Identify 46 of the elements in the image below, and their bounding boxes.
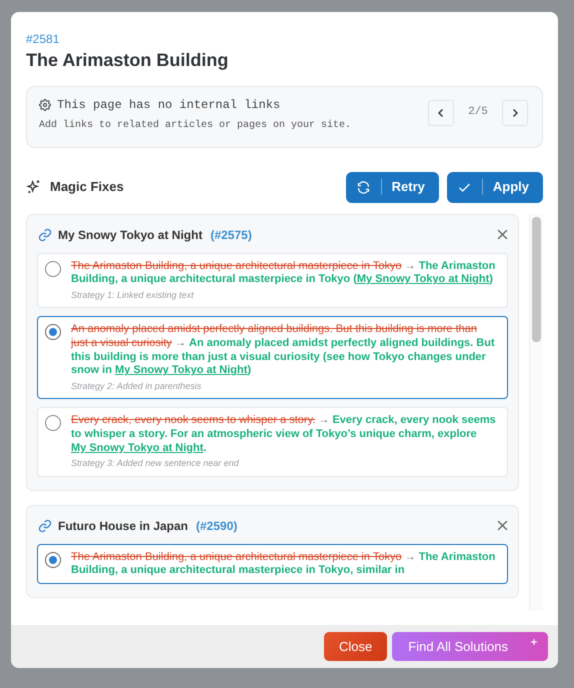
radio-button[interactable] (45, 260, 61, 277)
option-card[interactable]: The Arimaston Building, a unique architectural masterpiece in Tokyo → The Arimaston Building, a unique architectural masterpiece in Tokyo, similar in (37, 544, 508, 584)
link-icon (38, 518, 52, 533)
card-title: Futuro House in Japan (58, 518, 188, 535)
close-button[interactable]: Close (324, 632, 388, 661)
radio-button[interactable] (45, 552, 61, 568)
notice-heading: This page has no internal links (57, 96, 280, 114)
chevron-left-icon (436, 108, 446, 118)
chevron-right-icon (510, 108, 520, 118)
modal-title: The Arimaston Building (26, 50, 230, 72)
post-link[interactable]: My Snowy Tokyo at Night (71, 442, 204, 454)
sparkles-icon (26, 179, 42, 196)
suggestion-text: The Arimaston Building, a unique architectural masterpiece in Tokyo → The Arimaston Building, a unique architectural masterpiece in Tokyo (My Snowy Tokyo at Night) (71, 260, 496, 287)
close-button[interactable] (497, 520, 508, 532)
notice-text: Add links to related articles or pages on your site. (39, 118, 352, 133)
sparkle-icon (530, 638, 538, 646)
suggestion-text: The Arimaston Building, a unique architectural masterpiece in Tokyo → The Arimaston Building, a unique architectural masterpiece in Tokyo, similar in (71, 550, 496, 578)
post-link[interactable]: My Snowy Tokyo at Night (356, 273, 490, 286)
page-counter: 2/5 (467, 105, 489, 120)
scrollbar[interactable] (529, 214, 543, 611)
apply-button[interactable]: Apply (446, 172, 543, 203)
suggestion-text: Every crack, every nook seems to whisper a story. → Every crack, every nook seems to whisper a story. For an atmospheric view of Tokyo’s unique charm, explore My Snowy Tokyo at Night. (71, 414, 497, 456)
refresh-icon (356, 180, 371, 195)
next-button[interactable] (502, 100, 528, 126)
option-card[interactable]: The Arimaston Building, a unique architectural masterpiece in Tokyo → The Arimaston Building, a unique architectural masterpiece in Tokyo (My Snowy Tokyo at Night) Strategy 1: Linked existing text (37, 252, 508, 308)
option-card[interactable] (37, 316, 508, 400)
strategy-label: Strategy 1: Linked existing text (71, 288, 195, 302)
close-button[interactable] (497, 229, 508, 240)
strategy-label: Strategy 2: Added in parenthesis (71, 380, 202, 393)
radio-button[interactable] (45, 324, 61, 340)
close-icon (497, 229, 508, 240)
section-title: Magic Fixes (50, 178, 124, 196)
suggestion-text: An anomaly placed amidst perfectly aligned buildings. But this building is more than just a visual curiosity → An anomaly placed amidst perfectly aligned buildings. But this building is more than just a visual curiosity (see how Tokyo changes under snow in My Snowy Tokyo at Night) (71, 323, 496, 378)
link-icon (38, 228, 52, 242)
gear-icon (39, 98, 51, 111)
post-id: #2581 (26, 31, 60, 48)
radio-button[interactable] (45, 415, 61, 432)
post-link[interactable]: My Snowy Tokyo at Night (115, 364, 248, 376)
post-ref: (#2590) (196, 518, 238, 535)
card-title: My Snowy Tokyo at Night (58, 226, 202, 244)
retry-button[interactable]: Retry (346, 172, 439, 203)
post-ref: (#2575) (210, 226, 252, 244)
find-solutions-button[interactable]: Find All Solutions (392, 632, 548, 661)
close-icon (497, 520, 508, 532)
strategy-label: Strategy 3: Added new sentence near end (71, 457, 240, 470)
previous-button[interactable] (428, 100, 454, 126)
